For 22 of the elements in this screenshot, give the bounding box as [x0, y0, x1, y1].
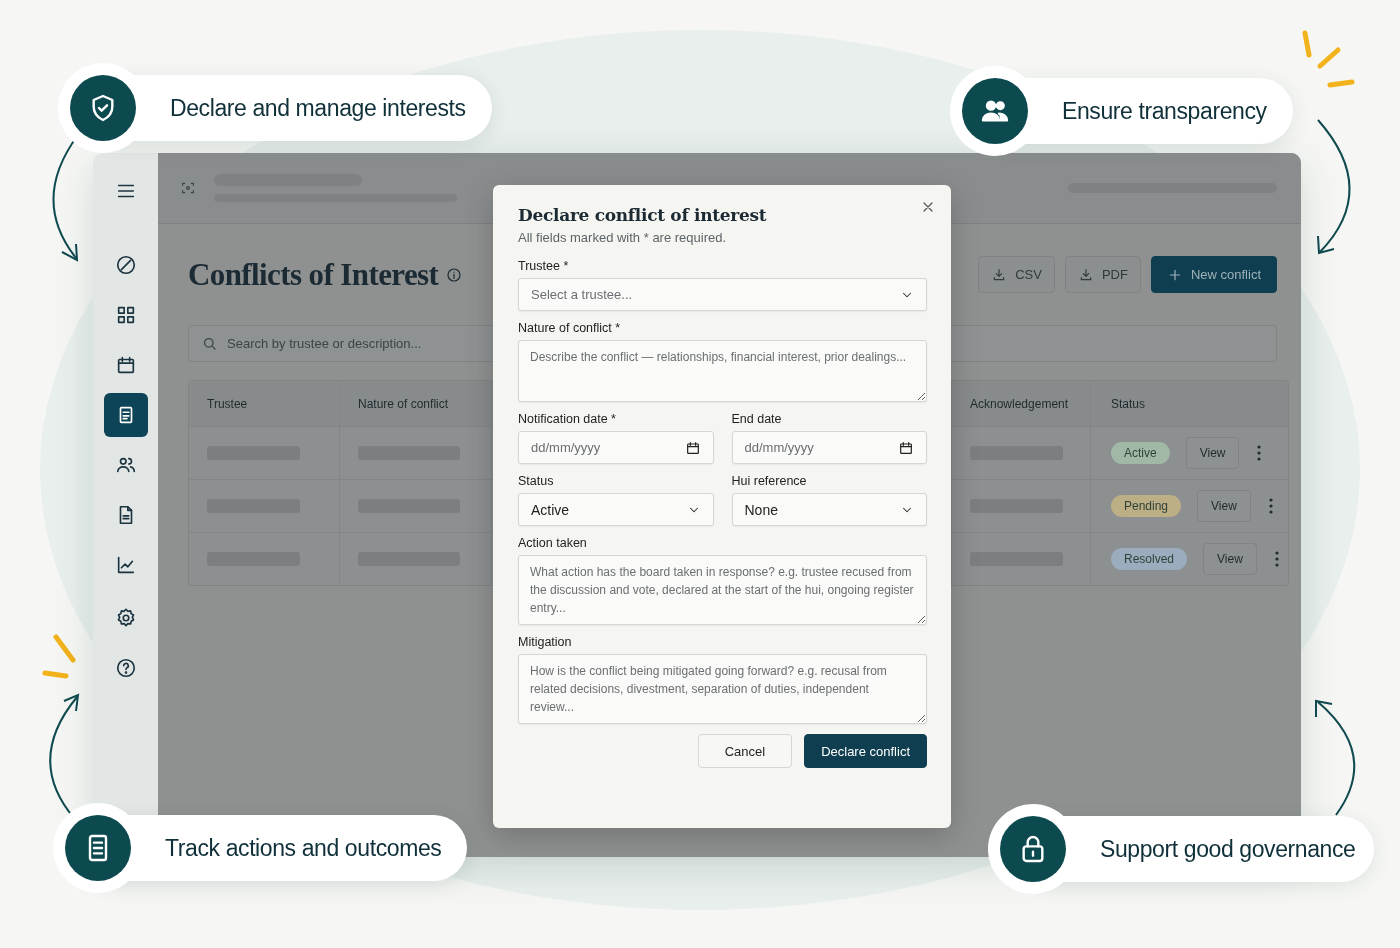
column-header: Trustee	[189, 381, 340, 426]
dialog-title: Declare conflict of interest	[518, 204, 768, 227]
callout-text: Declare and manage interests	[170, 94, 466, 122]
field-label: Action taken	[518, 536, 588, 550]
status-badge: Pending	[1111, 495, 1182, 517]
status-badge: Active	[1111, 442, 1170, 464]
field-label: Hui reference	[731, 474, 808, 488]
callout-text: Support good governance	[1100, 835, 1356, 863]
field-label: Notification date *	[518, 412, 617, 426]
dialog-subtitle: All fields marked with * are required.	[518, 230, 728, 245]
page-title: Conflicts of Interest	[188, 256, 439, 293]
column-header: Acknowledgement	[952, 381, 1091, 426]
field-label: End date	[731, 412, 783, 426]
callout-text: Ensure transparency	[1062, 97, 1267, 125]
column-header: Nature of conflict	[340, 381, 492, 426]
callout-text: Track actions and outcomes	[165, 834, 442, 862]
field-label: Status	[518, 474, 555, 488]
column-header: Status	[1091, 381, 1288, 426]
field-label: Mitigation	[518, 635, 573, 649]
status-badge: Resolved	[1111, 548, 1188, 570]
field-label: Nature of conflict *	[518, 321, 622, 335]
field-label: Trustee *	[518, 259, 570, 273]
